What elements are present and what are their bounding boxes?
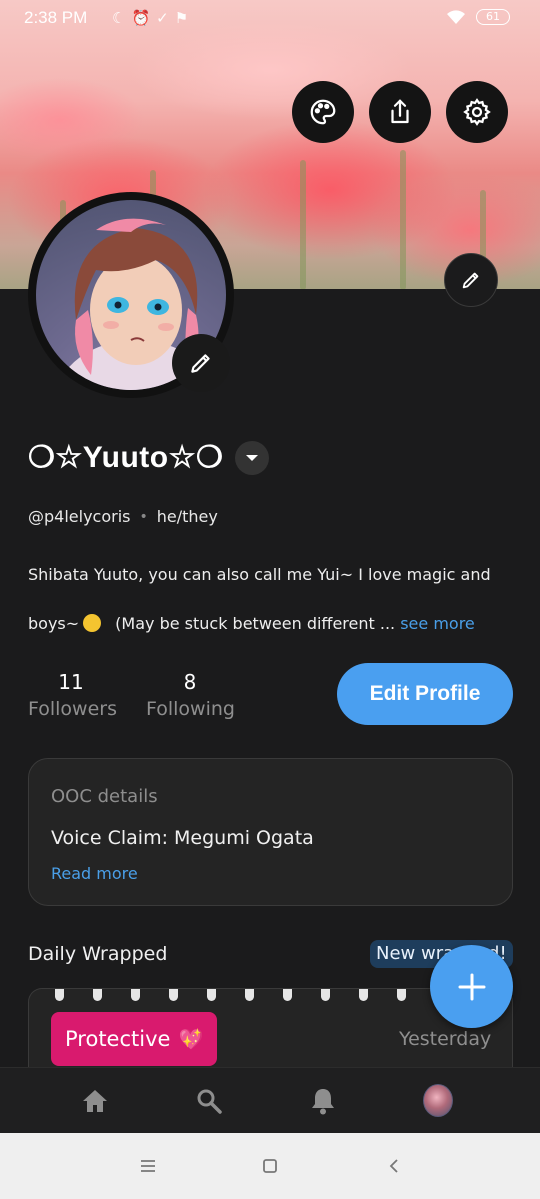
nav-notifications[interactable] [308, 1086, 338, 1116]
bio-text-start: boys~ [28, 614, 80, 633]
separator-dot: • [139, 508, 148, 525]
wifi-icon [447, 10, 465, 24]
followers-stat[interactable]: 11 Followers [28, 670, 117, 720]
status-time: 2:38 PM [24, 8, 88, 27]
plus-icon [458, 973, 485, 1000]
edit-profile-button[interactable]: Edit Profile [337, 663, 513, 725]
spiral-ring [131, 989, 140, 1001]
bell-icon [312, 1089, 334, 1115]
bio-line-2: boys~ (May be stuck between different ...… [28, 614, 475, 633]
edit-banner-button[interactable] [444, 253, 498, 307]
bio-line-1: Shibata Yuuto, you can also call me Yui~… [28, 565, 491, 584]
name-right-decoration: ☆❍ [168, 441, 224, 474]
followers-count: 11 [58, 670, 84, 694]
wrapped-mood-tag: Protective 💖 [51, 1012, 218, 1066]
chevron-down-icon [246, 454, 259, 461]
share-icon [391, 99, 409, 124]
following-label: Following [146, 698, 235, 720]
account-switch-dropdown[interactable] [235, 440, 270, 475]
daily-wrapped-title: Daily Wrapped [28, 943, 168, 965]
battery-icon: 61 [476, 9, 510, 25]
back-chevron-icon [389, 1159, 398, 1173]
followers-label: Followers [28, 698, 117, 720]
pencil-icon [462, 272, 479, 289]
menu-icon [141, 1160, 155, 1172]
pronouns: he/they [156, 507, 218, 526]
nav-profile[interactable] [423, 1083, 453, 1117]
ooc-voice-claim: Voice Claim: Megumi Ogata [51, 827, 314, 849]
display-name: ❍☆Yuuto☆❍ [28, 440, 223, 475]
profile-handle: @p4lelycoris [28, 507, 131, 526]
nav-home[interactable] [80, 1086, 110, 1116]
spiral-ring [93, 989, 102, 1001]
name-text: Yuuto [82, 441, 169, 474]
system-navigation-bar [0, 1133, 540, 1199]
ooc-title: OOC details [51, 786, 158, 807]
bottom-navigation [0, 1067, 540, 1133]
spiral-ring [397, 989, 406, 1001]
spiral-ring [321, 989, 330, 1001]
following-count: 8 [183, 670, 197, 694]
theme-palette-button[interactable] [292, 81, 354, 143]
status-notification-icons: ☾⏰✓⚑ [112, 9, 195, 27]
mood-tag-label: Protective [65, 1027, 171, 1051]
smiling-emoji-icon [83, 614, 102, 632]
share-button[interactable] [369, 81, 431, 143]
spiral-ring [245, 989, 254, 1001]
following-stat[interactable]: 8 Following [146, 670, 235, 720]
search-icon [197, 1089, 222, 1114]
wrapped-date: Yesterday [399, 1028, 492, 1050]
gear-icon [463, 98, 491, 126]
handle-row: @p4lelycoris • he/they [28, 507, 218, 526]
bio-text-end: (May be stuck between different ... [115, 614, 396, 633]
status-right: 61 [446, 9, 510, 25]
status-bar: 2:38 PM ☾⏰✓⚑ 61 [0, 0, 540, 38]
spiral-ring [359, 989, 368, 1001]
back-button[interactable] [381, 1153, 407, 1179]
profile-avatar-thumbnail [423, 1083, 453, 1117]
spiral-ring [55, 989, 64, 1001]
spiral-ring [169, 989, 178, 1001]
see-more-link[interactable]: see more [400, 614, 475, 633]
nav-search[interactable] [194, 1086, 224, 1116]
settings-button[interactable] [446, 81, 508, 143]
spiral-ring [283, 989, 292, 1001]
ooc-details-card[interactable]: OOC details Voice Claim: Megumi Ogata Re… [28, 758, 513, 906]
recents-button[interactable] [135, 1153, 161, 1179]
square-icon [263, 1159, 277, 1173]
read-more-link[interactable]: Read more [51, 864, 138, 883]
home-button[interactable] [257, 1153, 283, 1179]
palette-icon [310, 99, 336, 125]
display-name-row: ❍☆Yuuto☆❍ [28, 440, 270, 475]
edit-avatar-button[interactable] [172, 334, 230, 392]
create-post-fab[interactable] [430, 945, 513, 1028]
pencil-icon [191, 354, 210, 373]
home-icon [83, 1090, 107, 1112]
name-left-decoration: ❍☆ [28, 441, 83, 474]
spiral-ring [207, 989, 216, 1001]
sparkling-heart-icon: 💖 [178, 1027, 204, 1051]
